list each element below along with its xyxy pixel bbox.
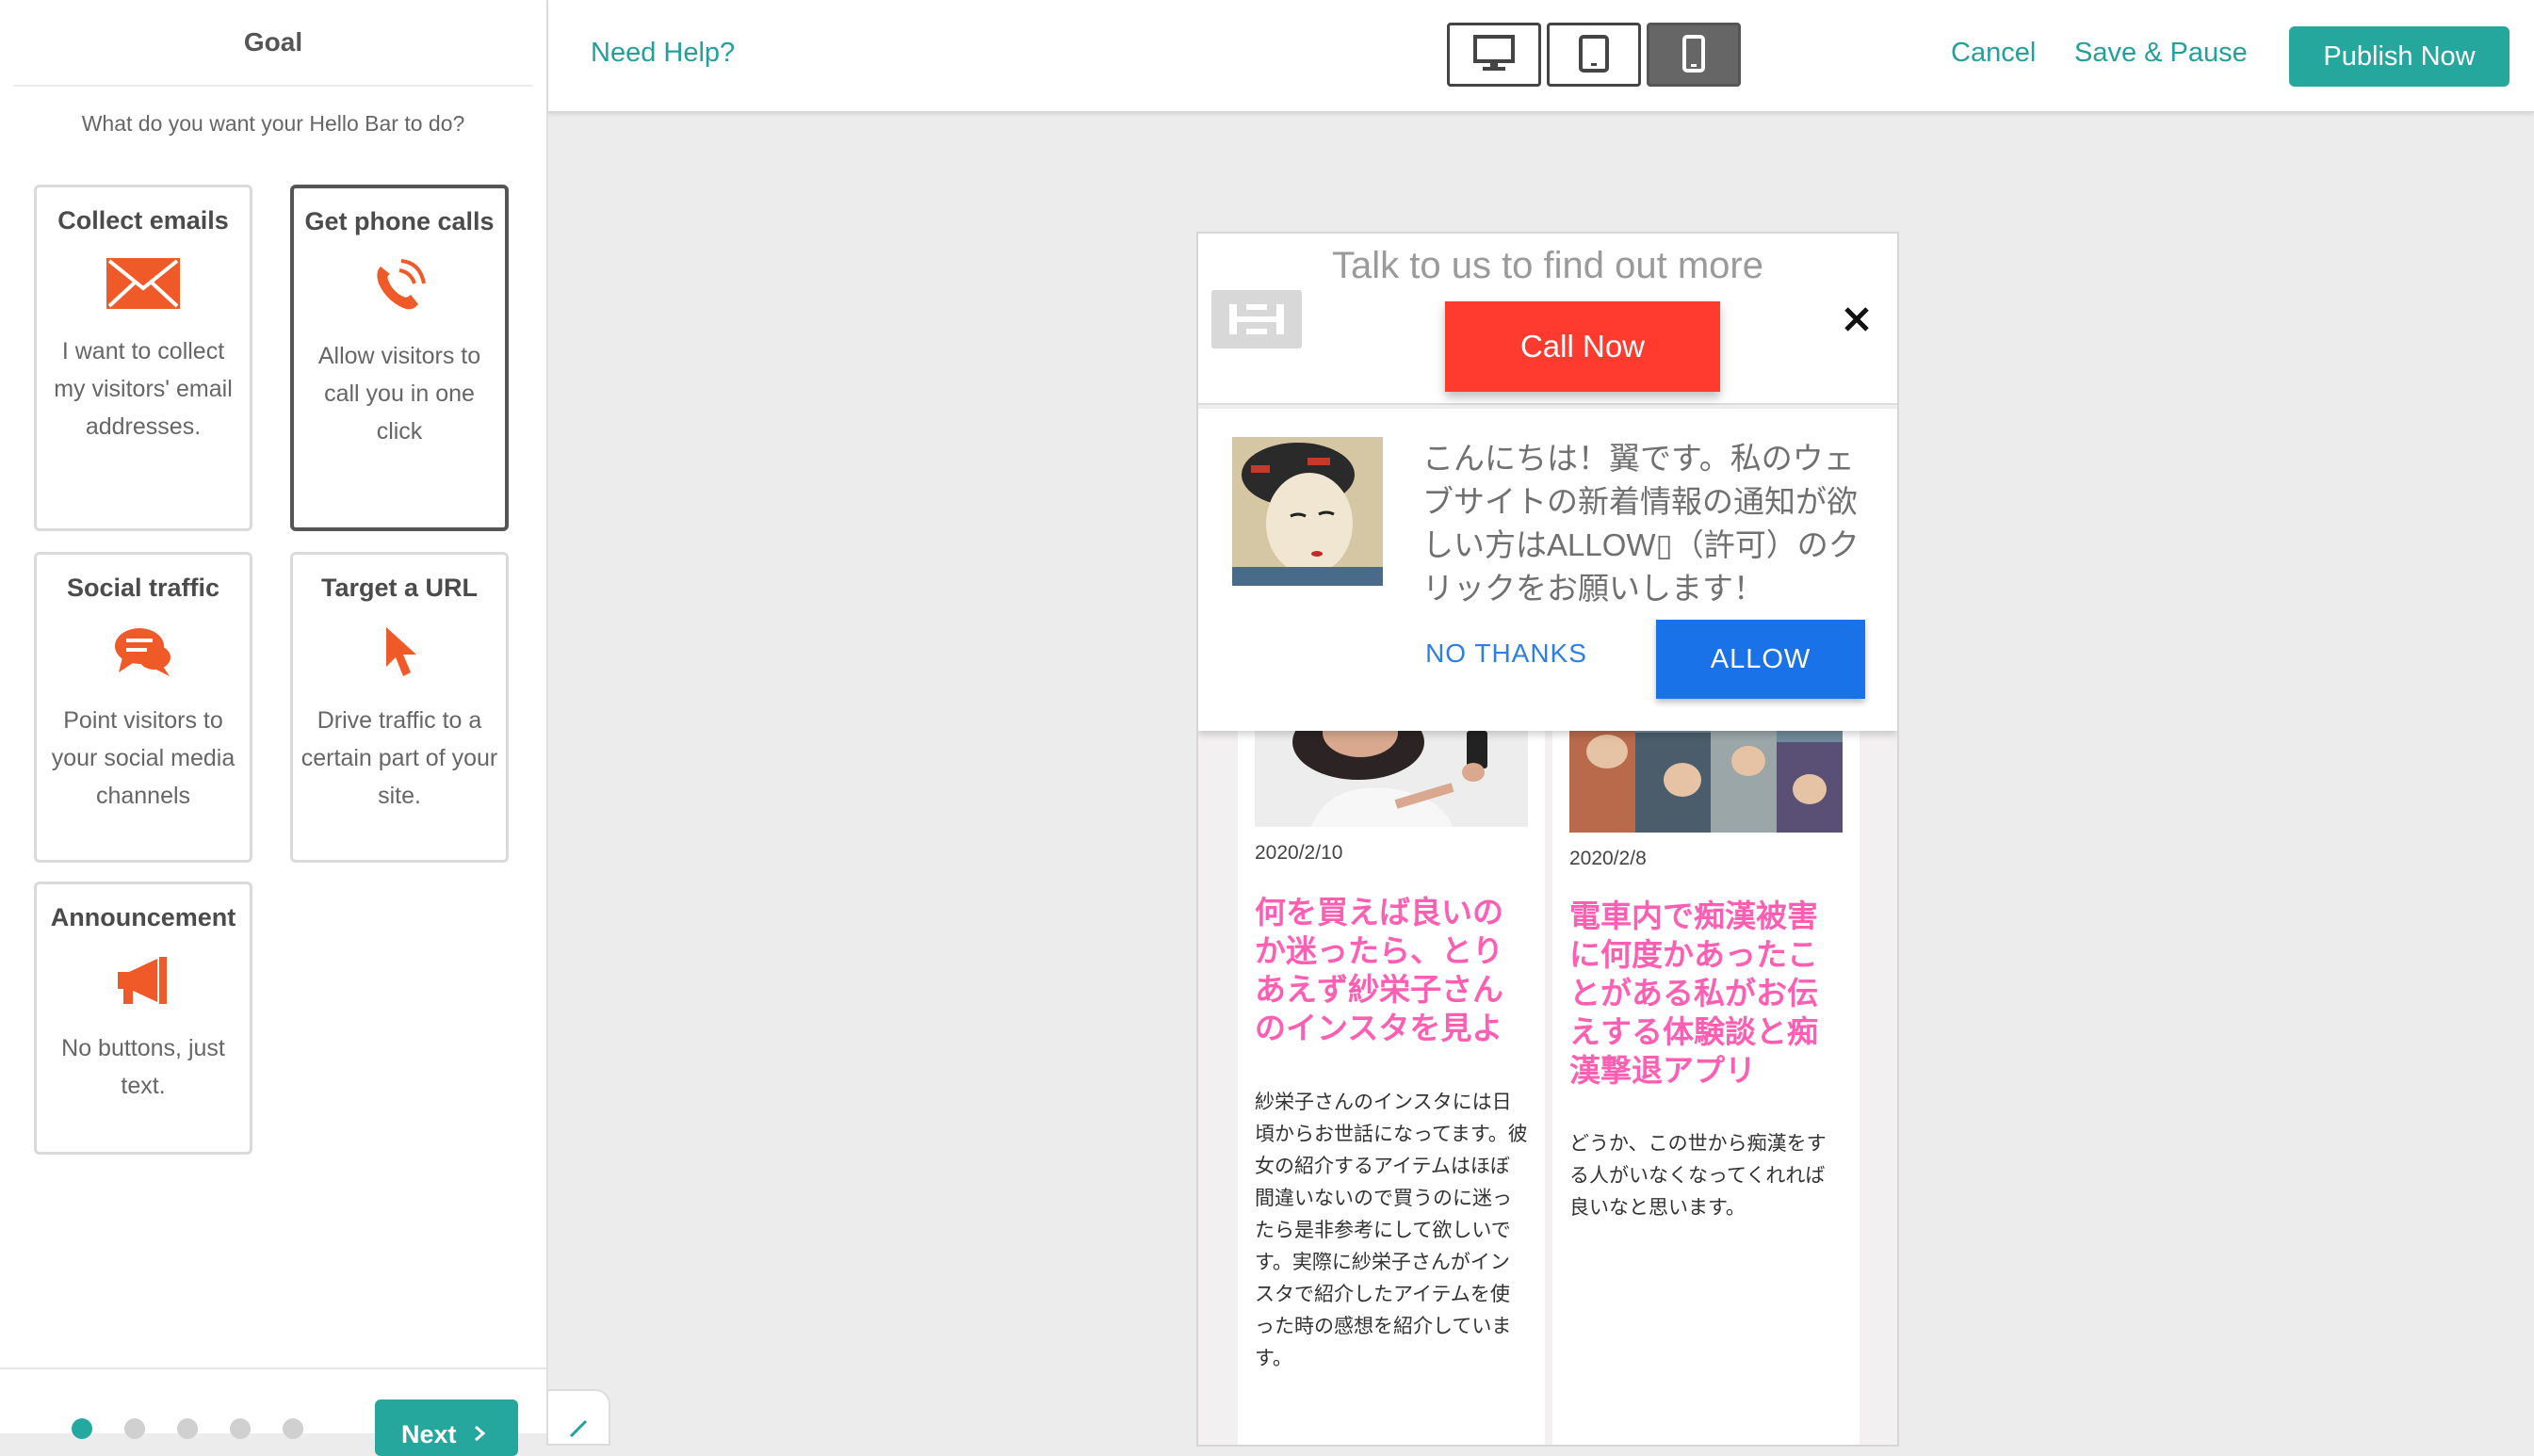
goal-card-social-traffic[interactable]: Social traffic Point visitors to your so…: [34, 552, 252, 863]
goal-card-description: Point visitors to your social media chan…: [51, 707, 236, 809]
mobile-preview-button[interactable]: [1647, 23, 1741, 87]
post-thumbnail: [1569, 723, 1843, 833]
step-dot[interactable]: [124, 1418, 145, 1439]
mobile-icon: [1682, 34, 1705, 75]
post-excerpt: どうか、この世から痴漢をする人がいなくなってくれれば良いなと思います。: [1569, 1133, 1827, 1219]
desktop-icon: [1473, 34, 1515, 75]
push-prompt-message: こんにちは！翼です。私のウェブサイトの新着情報の通知が欲しい方はALLOW▯（許…: [1422, 441, 1860, 606]
goal-card-get-phone-calls[interactable]: Get phone calls Allow visitors to call y…: [290, 185, 509, 531]
next-button[interactable]: Next: [375, 1399, 518, 1456]
step-dot[interactable]: [177, 1418, 198, 1439]
goal-sidebar: Goal What do you want your Hello Bar to …: [0, 0, 548, 1456]
mobile-preview-frame: 2020/2/10 何を買えば良いのか迷ったら、とりあえず紗栄子さんのインスタを…: [1196, 232, 1899, 1447]
post-title[interactable]: 電車内で痴漢被害に何度かあったことがある私がお伝えする体験談と痴漢撃退アプリ: [1569, 897, 1843, 1090]
goal-card-title: Social traffic: [66, 574, 220, 602]
hello-bar-logo: [1211, 290, 1302, 348]
goal-card-target-a-url[interactable]: Target a URL Drive traffic to a certain …: [290, 552, 509, 863]
post-thumbnail: [1255, 723, 1528, 827]
goal-question: What do you want your Hello Bar to do?: [81, 111, 465, 136]
post-title[interactable]: 何を買えば良いのか迷ったら、とりあえず紗栄子さんのインスタを見よ: [1255, 893, 1528, 1047]
tablet-preview-button[interactable]: [1547, 23, 1641, 87]
push-notification-prompt: こんにちは！翼です。私のウェブサイトの新着情報の通知が欲しい方はALLOW▯（許…: [1198, 409, 1897, 731]
tablet-icon: [1579, 34, 1609, 75]
sidebar-title: Goal: [13, 0, 533, 87]
close-icon[interactable]: [1835, 298, 1878, 341]
post-card[interactable]: 2020/2/10 何を買えば良いのか迷ったら、とりあえず紗栄子さんのインスタを…: [1238, 723, 1545, 1445]
sidebar-collapse-toggle[interactable]: [546, 1389, 610, 1446]
goal-card-title: Target a URL: [320, 574, 479, 602]
cancel-link[interactable]: Cancel: [1951, 38, 2036, 69]
sidebar-footer: Next: [0, 1367, 546, 1456]
goal-card-description: No buttons, just text.: [61, 1035, 225, 1099]
goal-card-title: Announcement: [50, 903, 236, 931]
envelope-icon: [37, 258, 250, 314]
megaphone-icon: [37, 955, 250, 1011]
need-help-link[interactable]: Need Help?: [591, 38, 735, 69]
goal-card-description: Drive traffic to a certain part of your …: [301, 707, 498, 809]
post-date: 2020/2/10: [1255, 842, 1343, 864]
no-thanks-button[interactable]: NO THANKS: [1417, 622, 1596, 686]
chevron-right-icon: [473, 1420, 486, 1449]
post-card[interactable]: 2020/2/8 電車内で痴漢被害に何度かあったことがある私がお伝えする体験談と…: [1552, 723, 1860, 1445]
post-excerpt: 紗栄子さんのインスタには日頃からお世話になってます。彼女の紹介するアイテムはほぼ…: [1255, 1092, 1528, 1369]
goal-card-description: I want to collect my visitors' email add…: [54, 338, 233, 440]
cursor-icon: [293, 625, 506, 683]
publish-now-button[interactable]: Publish Now: [2289, 26, 2510, 87]
step-dot[interactable]: [72, 1418, 92, 1439]
step-dot[interactable]: [230, 1418, 251, 1439]
allow-button[interactable]: ALLOW: [1656, 620, 1865, 699]
post-date: 2020/2/8: [1569, 848, 1647, 869]
desktop-preview-button[interactable]: [1447, 23, 1541, 87]
site-avatar: [1232, 437, 1383, 586]
next-button-label: Next: [401, 1419, 457, 1448]
hello-bar-headline: Talk to us to find out more: [1331, 245, 1763, 286]
goal-card-collect-emails[interactable]: Collect emails I want to collect my visi…: [34, 185, 252, 531]
goal-card-title: Collect emails: [57, 206, 229, 235]
chat-bubbles-icon: [37, 625, 250, 683]
hello-bar-preview: Talk to us to find out more Call Now: [1198, 234, 1897, 405]
call-now-button[interactable]: Call Now: [1445, 301, 1720, 392]
phone-icon: [294, 259, 505, 318]
goal-card-title: Get phone calls: [304, 207, 495, 235]
goal-card-description: Allow visitors to call you in one click: [317, 343, 481, 445]
step-dot[interactable]: [283, 1418, 303, 1439]
save-and-pause-link[interactable]: Save & Pause: [2074, 38, 2248, 69]
editor-topbar: Need Help? Cancel Save & Pause Publish N…: [548, 0, 2534, 113]
goal-card-announcement[interactable]: Announcement No buttons, just text.: [34, 882, 252, 1155]
pencil-icon: [567, 1416, 592, 1445]
